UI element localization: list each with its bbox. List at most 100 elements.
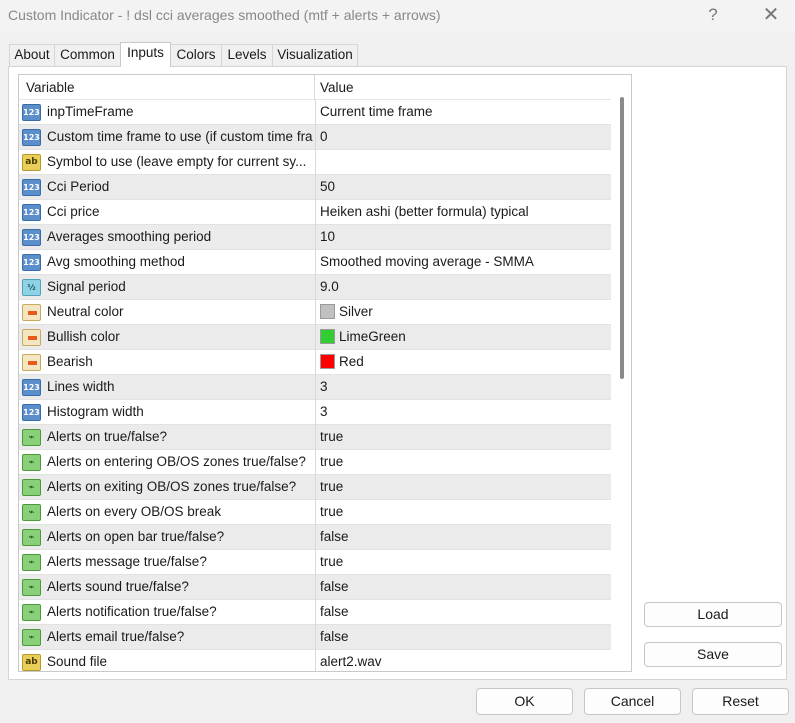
column-divider [315, 100, 316, 125]
table-row[interactable]: ⌁ Alerts on open bar true/false? false [19, 525, 611, 550]
variable-value[interactable]: 0 [320, 125, 608, 149]
table-row[interactable]: ⌁ Alerts on true/false? true [19, 425, 611, 450]
variable-value[interactable]: false [320, 525, 608, 549]
table-row[interactable]: Bullish color LimeGreen [19, 325, 611, 350]
column-divider [315, 525, 316, 550]
table-row[interactable]: 123 Histogram width 3 [19, 400, 611, 425]
color-type-icon [22, 304, 41, 321]
boolean-type-icon: ⌁ [22, 479, 41, 496]
reset-button[interactable]: Reset [692, 688, 789, 715]
variable-value[interactable]: Heiken ashi (better formula) typical [320, 200, 608, 224]
string-type-icon: ab [22, 654, 41, 671]
table-row[interactable]: Neutral color Silver [19, 300, 611, 325]
integer-type-icon: 123 [22, 129, 41, 146]
variable-value[interactable]: true [320, 550, 608, 574]
tab-common[interactable]: Common [54, 44, 121, 66]
inputs-grid: Variable Value 123 inpTimeFrame Current ti… [18, 74, 632, 672]
variable-name: Bullish color [47, 329, 120, 344]
variable-value[interactable]: true [320, 500, 608, 524]
variable-value[interactable]: 50 [320, 175, 608, 199]
variable-value[interactable]: 10 [320, 225, 608, 249]
table-row[interactable]: 123 Custom time frame to use (if custom t… [19, 125, 611, 150]
variable-name: Cci Period [47, 179, 110, 194]
variable-value[interactable]: Red [320, 350, 608, 374]
table-row[interactable]: 123 inpTimeFrame Current time frame [19, 100, 611, 125]
variable-name: Avg smoothing method [47, 254, 185, 269]
variable-name: Alerts on every OB/OS break [47, 504, 222, 519]
table-row[interactable]: ⌁ Alerts on exiting OB/OS zones true/fals… [19, 475, 611, 500]
table-row[interactable]: 123 Averages smoothing period 10 [19, 225, 611, 250]
boolean-type-icon: ⌁ [22, 629, 41, 646]
variable-value[interactable]: alert2.wav [320, 650, 608, 671]
boolean-type-icon: ⌁ [22, 504, 41, 521]
column-divider [315, 475, 316, 500]
close-icon[interactable]: ✕ [757, 4, 785, 26]
color-name: Red [339, 354, 364, 369]
tab-inputs[interactable]: Inputs [120, 42, 171, 67]
table-row[interactable]: ½ Signal period 9.0 [19, 275, 611, 300]
tab-visualization[interactable]: Visualization [272, 44, 358, 66]
table-row[interactable]: ab Symbol to use (leave empty for current… [19, 150, 611, 175]
column-divider [315, 575, 316, 600]
variable-value[interactable]: 3 [320, 400, 608, 424]
vertical-scrollbar[interactable] [611, 75, 631, 671]
variable-name: Averages smoothing period [47, 229, 212, 244]
variable-value[interactable]: false [320, 575, 608, 599]
variable-value[interactable]: 9.0 [320, 275, 608, 299]
table-row[interactable]: Bearish Red [19, 350, 611, 375]
variable-value[interactable]: 3 [320, 375, 608, 399]
help-button[interactable]: ? [699, 4, 727, 26]
tab-levels[interactable]: Levels [221, 44, 273, 66]
variable-value[interactable]: true [320, 475, 608, 499]
variable-value[interactable]: Current time frame [320, 100, 608, 124]
column-divider [315, 350, 316, 375]
load-button[interactable]: Load [644, 602, 782, 627]
string-type-icon: ab [22, 154, 41, 171]
variable-name: Neutral color [47, 304, 124, 319]
variable-name: Alerts on open bar true/false? [47, 529, 225, 544]
title-bar: Custom Indicator - ! dsl cci averages sm… [0, 0, 795, 32]
variable-value[interactable]: false [320, 625, 608, 649]
table-row[interactable]: 123 Cci price Heiken ashi (better formula)… [19, 200, 611, 225]
tab-colors[interactable]: Colors [170, 44, 222, 66]
table-row[interactable]: 123 Avg smoothing method Smoothed moving a… [19, 250, 611, 275]
variable-value[interactable]: true [320, 425, 608, 449]
column-divider [315, 425, 316, 450]
variable-name: Sound file [47, 654, 108, 669]
variable-name: Alerts on entering OB/OS zones true/fals… [47, 454, 306, 469]
variable-value[interactable]: Silver [320, 300, 608, 324]
ok-button[interactable]: OK [476, 688, 573, 715]
table-row[interactable]: 123 Lines width 3 [19, 375, 611, 400]
table-row[interactable]: 123 Cci Period 50 [19, 175, 611, 200]
variable-name: Alerts sound true/false? [47, 579, 189, 594]
table-row[interactable]: ⌁ Alerts on every OB/OS break true [19, 500, 611, 525]
integer-type-icon: 123 [22, 204, 41, 221]
variable-name: Custom time frame to use (if custom time… [47, 129, 313, 144]
table-row[interactable]: ⌁ Alerts sound true/false? false [19, 575, 611, 600]
variable-value[interactable]: LimeGreen [320, 325, 608, 349]
variable-name: Alerts on exiting OB/OS zones true/false… [47, 479, 297, 494]
column-divider [315, 200, 316, 225]
variable-value[interactable]: false [320, 600, 608, 624]
column-divider [315, 650, 316, 671]
scrollbar-thumb[interactable] [620, 97, 624, 379]
color-name: LimeGreen [339, 329, 406, 344]
double-type-icon: ½ [22, 279, 41, 296]
tab-about[interactable]: About [9, 44, 55, 66]
cancel-button[interactable]: Cancel [584, 688, 681, 715]
variable-name: Symbol to use (leave empty for current s… [47, 154, 307, 169]
table-row[interactable]: ⌁ Alerts notification true/false? false [19, 600, 611, 625]
column-divider [315, 500, 316, 525]
save-button[interactable]: Save [644, 642, 782, 667]
table-row[interactable]: ab Sound file alert2.wav [19, 650, 611, 671]
column-header-value[interactable]: Value [315, 75, 611, 100]
column-divider [315, 625, 316, 650]
variable-value[interactable] [320, 150, 608, 174]
variable-value[interactable]: true [320, 450, 608, 474]
table-row[interactable]: ⌁ Alerts email true/false? false [19, 625, 611, 650]
table-row[interactable]: ⌁ Alerts on entering OB/OS zones true/fal… [19, 450, 611, 475]
variable-value[interactable]: Smoothed moving average - SMMA [320, 250, 608, 274]
column-header-variable[interactable]: Variable [19, 75, 315, 100]
column-divider [315, 175, 316, 200]
table-row[interactable]: ⌁ Alerts message true/false? true [19, 550, 611, 575]
